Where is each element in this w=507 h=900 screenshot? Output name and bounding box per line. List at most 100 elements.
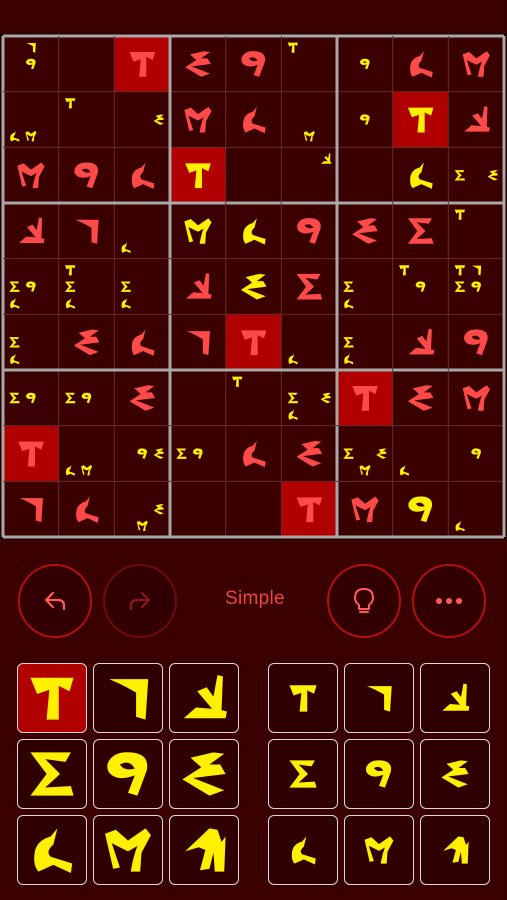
board-cell[interactable] xyxy=(281,203,337,259)
board-cell[interactable] xyxy=(281,370,337,426)
board-cell[interactable] xyxy=(337,147,393,203)
value-key[interactable] xyxy=(169,663,239,733)
board-cell[interactable] xyxy=(170,36,226,92)
note-key[interactable] xyxy=(344,663,414,733)
board-cell[interactable] xyxy=(448,258,504,315)
board-cell[interactable] xyxy=(170,481,226,537)
board-cell[interactable] xyxy=(3,147,59,203)
board-cell[interactable] xyxy=(3,258,59,315)
board-cell[interactable] xyxy=(281,425,337,482)
note-key[interactable] xyxy=(268,663,338,733)
board-cell[interactable] xyxy=(337,370,393,426)
board-cell[interactable] xyxy=(170,258,226,315)
board-cell[interactable] xyxy=(58,36,115,92)
board-cell[interactable] xyxy=(114,258,170,315)
note-key[interactable] xyxy=(420,815,490,885)
board-cell[interactable] xyxy=(392,203,449,259)
board-cell[interactable] xyxy=(114,481,170,537)
board-cell[interactable] xyxy=(114,314,170,370)
board-cell[interactable] xyxy=(392,36,449,92)
board-cell[interactable] xyxy=(392,258,449,315)
board-cell[interactable] xyxy=(337,203,393,259)
value-key[interactable] xyxy=(169,739,239,809)
board-cell[interactable] xyxy=(225,314,282,370)
value-key[interactable] xyxy=(93,739,163,809)
undo-button[interactable] xyxy=(18,564,92,638)
value-key[interactable] xyxy=(93,663,163,733)
value-key[interactable] xyxy=(169,815,239,885)
board-cell[interactable] xyxy=(448,425,504,482)
board-cell[interactable] xyxy=(448,147,504,203)
board-cell[interactable] xyxy=(3,425,59,482)
board-cell[interactable] xyxy=(58,314,115,370)
board-cell[interactable] xyxy=(337,36,393,92)
board-cell[interactable] xyxy=(3,203,59,259)
board-cell[interactable] xyxy=(3,91,59,148)
note-key[interactable] xyxy=(344,739,414,809)
note-key[interactable] xyxy=(344,815,414,885)
board-cell[interactable] xyxy=(225,370,282,426)
board-cell[interactable] xyxy=(448,481,504,537)
board-cell[interactable] xyxy=(392,91,449,148)
value-key[interactable] xyxy=(93,815,163,885)
board-cell[interactable] xyxy=(392,425,449,482)
board-cell[interactable] xyxy=(58,91,115,148)
value-key[interactable] xyxy=(17,815,87,885)
board-cell[interactable] xyxy=(58,203,115,259)
board-cell[interactable] xyxy=(170,370,226,426)
board-cell[interactable] xyxy=(170,91,226,148)
board-cell[interactable] xyxy=(392,314,449,370)
board-cell[interactable] xyxy=(114,36,170,92)
board-cell[interactable] xyxy=(3,481,59,537)
board-cell[interactable] xyxy=(392,370,449,426)
board-cell[interactable] xyxy=(58,370,115,426)
board-cell[interactable] xyxy=(114,370,170,426)
board-cell[interactable] xyxy=(225,36,282,92)
board-cell[interactable] xyxy=(3,36,59,92)
board-cell[interactable] xyxy=(448,36,504,92)
board-cell[interactable] xyxy=(337,91,393,148)
note-key[interactable] xyxy=(268,815,338,885)
board-cell[interactable] xyxy=(392,481,449,537)
board-cell[interactable] xyxy=(337,425,393,482)
board-cell[interactable] xyxy=(337,258,393,315)
board-cell[interactable] xyxy=(448,91,504,148)
board-cell[interactable] xyxy=(281,147,337,203)
board-cell[interactable] xyxy=(170,314,226,370)
board-cell[interactable] xyxy=(281,481,337,537)
board-cell[interactable] xyxy=(281,258,337,315)
note-key[interactable] xyxy=(420,739,490,809)
board-cell[interactable] xyxy=(281,36,337,92)
board-cell[interactable] xyxy=(225,481,282,537)
board-cell[interactable] xyxy=(337,481,393,537)
board-cell[interactable] xyxy=(281,91,337,148)
board-cell[interactable] xyxy=(3,314,59,370)
board-cell[interactable] xyxy=(58,425,115,482)
board-cell[interactable] xyxy=(58,147,115,203)
board-cell[interactable] xyxy=(281,314,337,370)
board-cell[interactable] xyxy=(225,91,282,148)
board-cell[interactable] xyxy=(58,258,115,315)
value-key[interactable] xyxy=(17,739,87,809)
hint-button[interactable] xyxy=(327,564,401,638)
board-cell[interactable] xyxy=(337,314,393,370)
board-cell[interactable] xyxy=(448,370,504,426)
board-cell[interactable] xyxy=(114,425,170,482)
board-cell[interactable] xyxy=(225,203,282,259)
board-cell[interactable] xyxy=(114,147,170,203)
board-cell[interactable] xyxy=(3,370,59,426)
board-cell[interactable] xyxy=(448,203,504,259)
note-key[interactable] xyxy=(420,663,490,733)
board-cell[interactable] xyxy=(448,314,504,370)
board-cell[interactable] xyxy=(170,425,226,482)
note-key[interactable] xyxy=(268,739,338,809)
value-key[interactable] xyxy=(17,663,87,733)
board-cell[interactable] xyxy=(225,425,282,482)
board-cell[interactable] xyxy=(392,147,449,203)
board-cell[interactable] xyxy=(225,147,282,203)
redo-button[interactable] xyxy=(103,564,177,638)
board-cell[interactable] xyxy=(58,481,115,537)
more-options-button[interactable] xyxy=(412,564,486,638)
board-cell[interactable] xyxy=(170,147,226,203)
board-cell[interactable] xyxy=(114,91,170,148)
